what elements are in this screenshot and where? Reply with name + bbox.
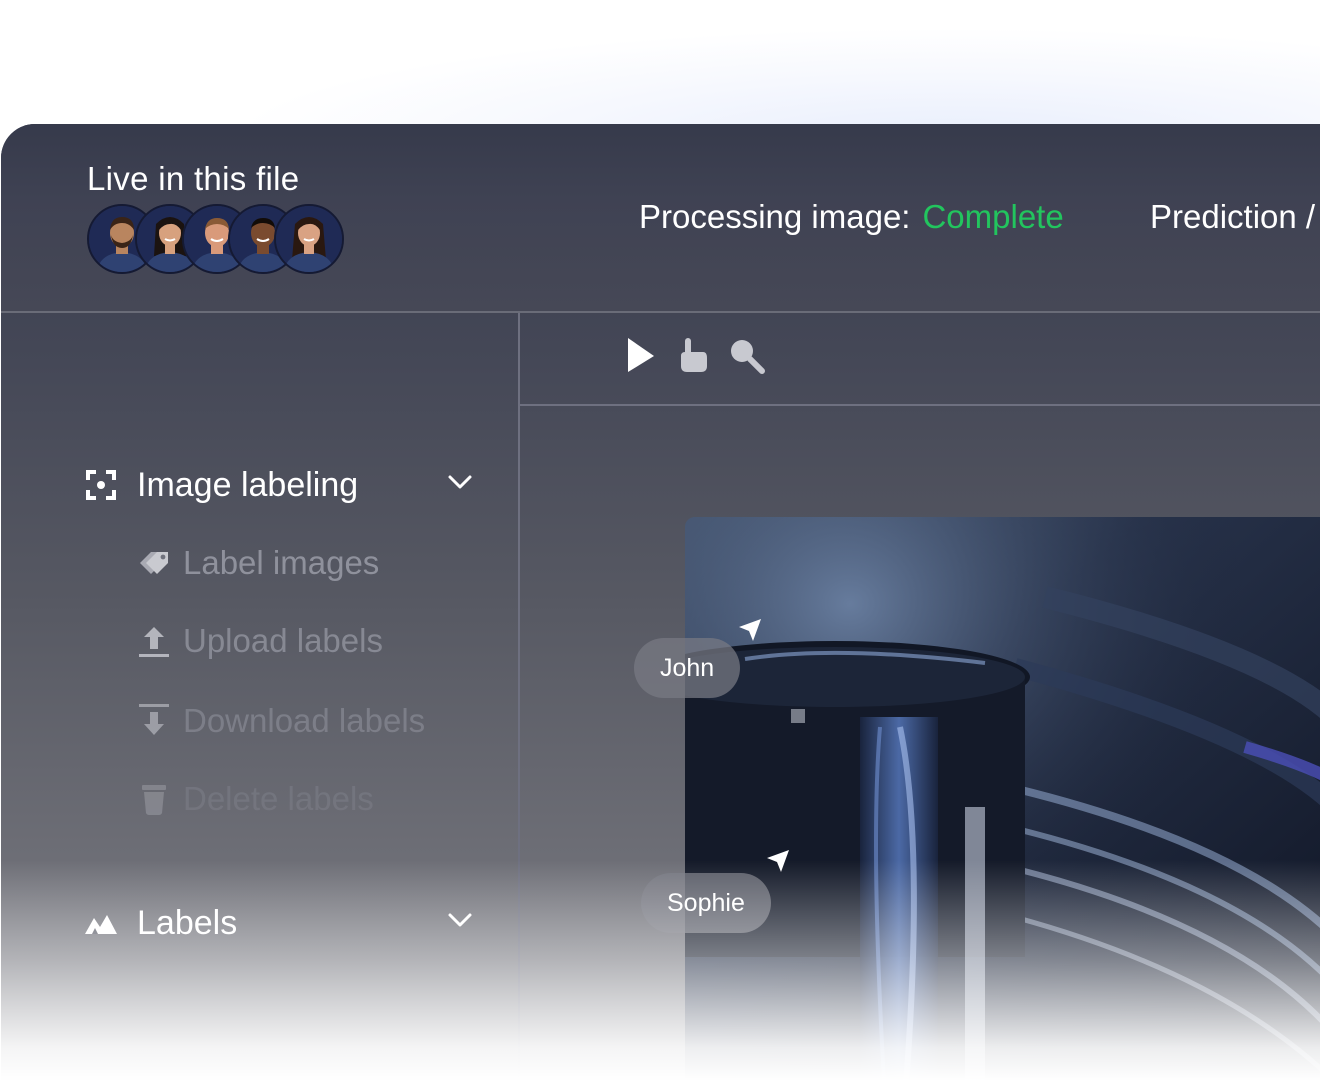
upload-icon — [135, 622, 173, 660]
section-label: Labels — [137, 903, 238, 942]
canvas-toolbar — [520, 313, 1320, 406]
section-label: Image labeling — [137, 465, 359, 504]
processing-label: Processing image: — [639, 198, 911, 235]
hand-tool[interactable] — [672, 337, 712, 377]
section-labels[interactable]: Labels — [83, 901, 473, 945]
sidebar: Image labeling Label images Upload label… — [1, 313, 520, 1081]
header-bar: Live in this file Processing image: Comp… — [1, 124, 1320, 313]
menu-item-download-labels[interactable]: Download labels — [135, 699, 425, 743]
cursor-arrow-icon — [767, 850, 789, 872]
prediction-label: Prediction / — [1150, 198, 1316, 235]
menu-item-label: Delete labels — [183, 780, 374, 817]
cursor-arrow-icon — [739, 619, 761, 641]
chevron-down-icon[interactable] — [447, 907, 473, 938]
collaborator-cursor-sophie: Sophie — [641, 873, 771, 933]
magnifier-icon — [726, 335, 766, 380]
menu-item-label: Upload labels — [183, 622, 383, 659]
processing-status: Processing image: Complete — [639, 198, 1064, 236]
status-complete: Complete — [922, 198, 1064, 235]
tag-icon — [135, 544, 173, 582]
trash-icon — [135, 780, 173, 818]
mountain-icon — [83, 905, 119, 941]
collaborator-cursor-john: John — [634, 638, 741, 698]
avatar[interactable] — [274, 204, 344, 274]
menu-item-label: Download labels — [183, 702, 426, 739]
menu-item-delete-labels[interactable]: Delete labels — [135, 777, 374, 821]
chevron-down-icon[interactable] — [447, 469, 473, 500]
section-image-labeling[interactable]: Image labeling — [83, 463, 473, 507]
arrow-pointer-icon — [623, 336, 657, 379]
live-in-file-title: Live in this file — [87, 160, 300, 197]
menu-item-label-images[interactable]: Label images — [135, 541, 379, 585]
menu-item-upload-labels[interactable]: Upload labels — [135, 619, 383, 663]
hand-pointer-icon — [675, 336, 709, 379]
focus-frame-icon — [83, 467, 119, 503]
labeling-image[interactable] — [685, 517, 1320, 1081]
zoom-tool[interactable] — [726, 337, 766, 377]
menu-item-label: Label images — [183, 544, 380, 581]
download-icon — [135, 702, 173, 740]
pointer-tool[interactable] — [620, 337, 660, 377]
background-glow — [0, 0, 1320, 130]
